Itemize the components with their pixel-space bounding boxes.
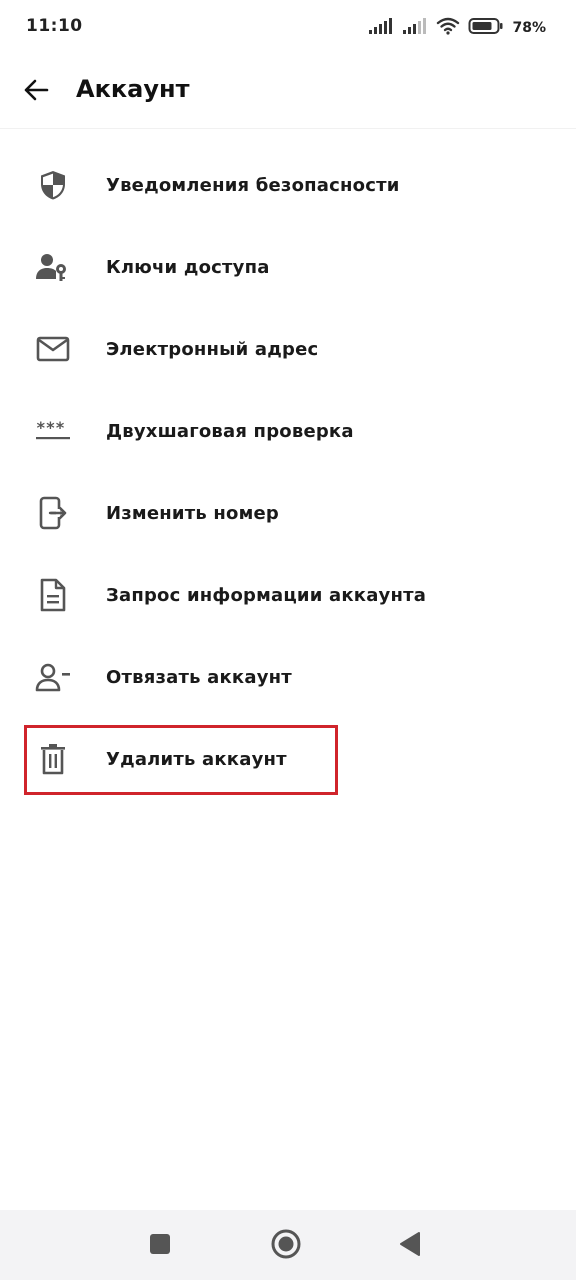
shield-icon (34, 166, 72, 204)
menu-item-label: Отвязать аккаунт (106, 666, 292, 688)
menu-item-label: Электронный адрес (106, 338, 319, 360)
battery-icon (468, 17, 504, 39)
person-key-icon (34, 248, 72, 286)
mail-icon (34, 330, 72, 368)
menu-item-label: Двухшаговая проверка (106, 420, 354, 442)
svg-text:***: *** (36, 420, 65, 437)
status-time: 11:10 (26, 16, 83, 36)
system-nav-bar (0, 1210, 576, 1280)
menu-item-request-info[interactable]: Запрос информации аккаунта (0, 554, 576, 636)
document-icon (34, 576, 72, 614)
status-bar: 11:10 78% (0, 0, 576, 56)
nav-back-button[interactable] (392, 1228, 428, 1264)
menu-item-label: Удалить аккаунт (106, 748, 287, 770)
menu-item-two-step[interactable]: *** Двухшаговая проверка (0, 390, 576, 472)
menu-item-security-notifications[interactable]: Уведомления безопасности (0, 144, 576, 226)
signal-icon (368, 17, 394, 39)
menu-item-access-keys[interactable]: Ключи доступа (0, 226, 576, 308)
home-circle-icon (270, 1228, 302, 1264)
menu-item-unlink-account[interactable]: Отвязать аккаунт (0, 636, 576, 718)
trash-icon (34, 740, 72, 778)
menu-item-email[interactable]: Электронный адрес (0, 308, 576, 390)
app-bar: Аккаунт (0, 56, 576, 129)
page-title: Аккаунт (76, 75, 190, 103)
status-icons: 78% (368, 14, 546, 42)
recents-square-icon (149, 1233, 171, 1259)
signal-icon (402, 17, 428, 39)
password-dots-icon: *** (34, 412, 72, 450)
menu-item-label: Изменить номер (106, 502, 279, 524)
wifi-icon (436, 17, 460, 39)
menu-item-label: Уведомления безопасности (106, 174, 400, 196)
menu-item-delete-account[interactable]: Удалить аккаунт (0, 718, 576, 800)
back-triangle-icon (398, 1231, 422, 1261)
account-menu: Уведомления безопасности Ключи доступа Э… (0, 144, 576, 800)
arrow-left-icon (22, 76, 50, 108)
person-remove-icon (34, 658, 72, 696)
menu-item-change-number[interactable]: Изменить номер (0, 472, 576, 554)
back-button[interactable] (14, 70, 58, 114)
home-button[interactable] (268, 1228, 304, 1264)
battery-percent: 78% (512, 20, 546, 36)
menu-item-label: Ключи доступа (106, 256, 270, 278)
phone-transfer-icon (34, 494, 72, 532)
recents-button[interactable] (142, 1228, 178, 1264)
menu-item-label: Запрос информации аккаунта (106, 584, 427, 606)
